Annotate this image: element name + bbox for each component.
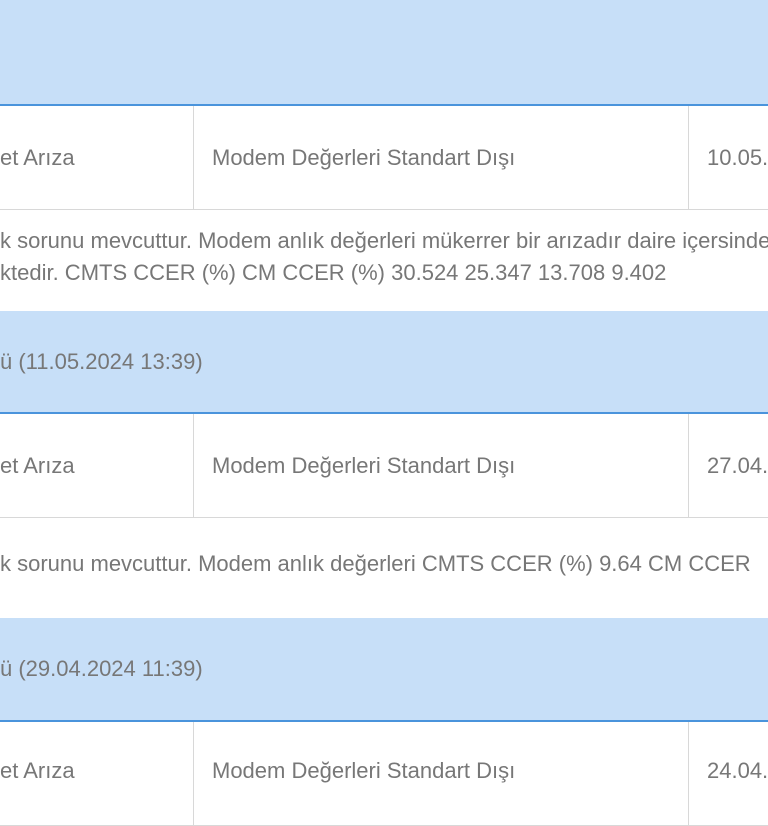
record-date: 27.04. — [688, 414, 768, 517]
record-header-title: ü (11.05.2024 13:39) — [0, 348, 203, 374]
record-type: et Arıza — [0, 758, 75, 783]
record-description: Modem Değerleri Standart Dışı — [193, 106, 688, 209]
record-header-band: ü (29.04.2024 11:39) — [0, 618, 768, 722]
table-row: et Arıza Modem Değerleri Standart Dışı 2… — [0, 722, 768, 826]
record-header-band: ü (11.05.2024 13:39) — [0, 311, 768, 414]
record-description: Modem Değerleri Standart Dışı — [193, 722, 688, 825]
table-row: et Arıza Modem Değerleri Standart Dışı 1… — [0, 106, 768, 210]
record-note-line: k sorunu mevcuttur. Modem anlık değerler… — [0, 228, 768, 253]
record-description: Modem Değerleri Standart Dışı — [193, 414, 688, 517]
record-header-band — [0, 0, 768, 106]
table-row: et Arıza Modem Değerleri Standart Dışı 2… — [0, 414, 768, 518]
record-date: 24.04. — [688, 722, 768, 825]
record-note-line: ktedir. CMTS CCER (%) CM CCER (%) 30.524… — [0, 260, 667, 285]
record-type: et Arıza — [0, 144, 75, 170]
record-date: 10.05. — [688, 106, 768, 209]
record-note-line: k sorunu mevcuttur. Modem anlık değerler… — [0, 551, 751, 576]
record-type: et Arıza — [0, 452, 75, 478]
record-header-title: ü (29.04.2024 11:39) — [0, 656, 203, 681]
